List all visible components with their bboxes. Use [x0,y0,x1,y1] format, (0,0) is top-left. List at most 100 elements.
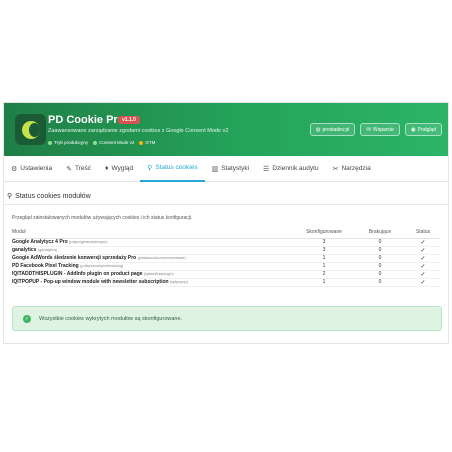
edit-icon: ✎ [66,165,72,173]
tab-label: Dziennik audytu [272,165,319,172]
status-dot-icon [93,140,98,145]
module-tech-name: (iqitaddthisplugin) [143,272,174,276]
configured-count: 1 [294,278,354,287]
configured-count: 3 [294,238,354,247]
tab-label: Ustawienia [20,165,53,172]
status-dot-icon [48,140,52,145]
table-row: IQITADDTHISPLUGIN - AddInfo plugin on pr… [12,270,440,279]
alert-text: Wszystkie cookies wykrytych modułów są s… [39,315,183,322]
tag-label: Tryb produkcyjny [54,140,89,145]
missing-count: 0 [354,270,406,279]
status-check-icon: ✓ [406,278,440,287]
tag-gtm: GTM [139,140,155,145]
tab-statistics[interactable]: ▥ Statystyki [205,156,256,182]
module-tech-name: (pdgoogleanalyticspro) [69,240,108,244]
tab-settings[interactable]: ⚙ Ustawienia [4,156,59,182]
missing-count: 0 [354,262,406,271]
tag-label: Consent Mode v2 [99,140,135,145]
module-tech-name: (ganalytics) [37,248,58,252]
tag-consent-mode: Consent Mode v2 [93,140,134,145]
app-subtitle: Zaawansowane zarządzanie zgodami cookies… [48,128,229,134]
column-header-module: Moduł [12,227,294,239]
cookie-logo-icon [15,114,46,145]
tag-production-mode: Tryb produkcyjny [48,140,88,145]
tab-label: Wygląd [111,165,134,172]
module-name: Google Analytycz 4 Pro [12,239,68,245]
missing-count: 0 [354,254,406,263]
version-badge: v1.1.0 [118,116,140,124]
module-tech-name: (pdadwordsconversiontrade) [137,256,186,260]
section-title: ⚲ Status cookies modułów [7,192,91,201]
module-name: Google AdWords śledzenie konwersji sprze… [12,255,137,261]
table-row: PD Facebook Pixel Tracking (pdfacebookpi… [12,262,440,271]
support-button[interactable]: ✉ Wsparcie [360,123,400,136]
module-name: IQITPOPUP - Pop-up window module with ne… [12,279,169,285]
preview-label: Podgląd [417,126,436,133]
module-name: ganalytics [12,247,37,253]
module-tech-name: (iqitpopup) [169,280,188,284]
list-icon: ☰ [263,165,270,173]
tab-label: Treść [74,165,91,172]
header-buttons: ◍ prestadev.pl ✉ Wsparcie ◉ Podgląd [309,123,442,136]
section-title-text: Status cookies modułów [15,192,91,200]
preview-button[interactable]: ◉ Podgląd [404,123,442,136]
support-label: Wsparcie [372,126,394,133]
configured-count: 1 [294,262,354,271]
success-alert: ✓ Wszystkie cookies wykrytych modułów są… [12,306,442,331]
configured-count: 2 [294,270,354,279]
module-cell: IQITPOPUP - Pop-up window module with ne… [12,278,294,287]
column-header-configured: Skonfigurowane [294,227,354,239]
missing-count: 0 [354,238,406,247]
table-row: Google AdWords śledzenie konwersji sprze… [12,254,440,263]
missing-count: 0 [354,278,406,287]
status-check-icon: ✓ [406,254,440,263]
tab-cookie-status[interactable]: ⚲ Status cookies [140,156,205,182]
gear-icon: ⚙ [11,165,18,173]
tag-label: GTM [145,140,156,145]
missing-count: 0 [354,246,406,255]
column-header-missing: Brakujące [354,227,406,239]
modules-table: Moduł Skonfigurowane Brakujące Status Go… [12,227,440,287]
wrench-icon: ✂ [332,165,339,173]
bar-chart-icon: ▥ [211,165,219,173]
module-panel: PD Cookie Pro v1.1.0 Zaawansowane zarząd… [3,102,449,344]
status-check-icon: ✓ [406,262,440,271]
module-cell: Google AdWords śledzenie konwersji sprze… [12,254,294,263]
tab-label: Narzędzia [341,165,371,172]
tab-tools[interactable]: ✂ Narzędzia [326,156,378,182]
tab-content[interactable]: ✎ Treść [59,156,98,182]
configured-count: 1 [294,254,354,263]
tab-appearance[interactable]: ♦ Wygląd [98,156,140,182]
module-cell: Google Analytycz 4 Pro (pdgoogleanalytic… [12,238,294,247]
envelope-icon: ✉ [366,126,371,133]
module-name: IQITADDTHISPLUGIN - AddInfo plugin on pr… [12,271,143,277]
status-check-icon: ✓ [406,270,440,279]
table-row: ganalytics (ganalytics) 3 0 ✓ [12,246,440,255]
tab-audit-log[interactable]: ☰ Dziennik audytu [256,156,326,182]
table-row: Google Analytycz 4 Pro (pdgoogleanalytic… [12,238,440,247]
module-cell: IQITADDTHISPLUGIN - AddInfo plugin on pr… [12,270,294,279]
module-tech-name: (pdfacebookpixeltracking) [80,264,124,268]
module-header: PD Cookie Pro v1.1.0 Zaawansowane zarząd… [4,103,448,156]
table-row: IQITPOPUP - Pop-up window module with ne… [12,278,440,287]
tab-label: Status cookies [155,164,198,171]
configured-count: 3 [294,246,354,255]
prestadev-link-button[interactable]: ◍ prestadev.pl [309,123,356,136]
divider [4,204,448,205]
status-tags: Tryb produkcyjny Consent Mode v2 GTM [48,140,155,145]
eye-icon: ◉ [410,126,416,133]
column-header-status: Status [406,227,440,239]
check-circle-icon: ✓ [23,314,31,323]
app-title: PD Cookie Pro [48,114,125,126]
section-description: Przegląd zainstalowanych modułów używają… [12,215,193,221]
search-icon: ⚲ [7,193,13,200]
brush-icon: ♦ [104,165,109,172]
status-check-icon: ✓ [406,246,440,255]
tab-bar: ⚙ Ustawienia ✎ Treść ♦ Wygląd ⚲ Status c… [4,156,448,182]
status-check-icon: ✓ [406,238,440,247]
globe-icon: ◍ [315,126,321,133]
tab-label: Statystyki [221,165,250,172]
prestadev-label: prestadev.pl [322,126,350,133]
module-cell: PD Facebook Pixel Tracking (pdfacebookpi… [12,262,294,271]
table-header-row: Moduł Skonfigurowane Brakujące Status [12,227,440,239]
